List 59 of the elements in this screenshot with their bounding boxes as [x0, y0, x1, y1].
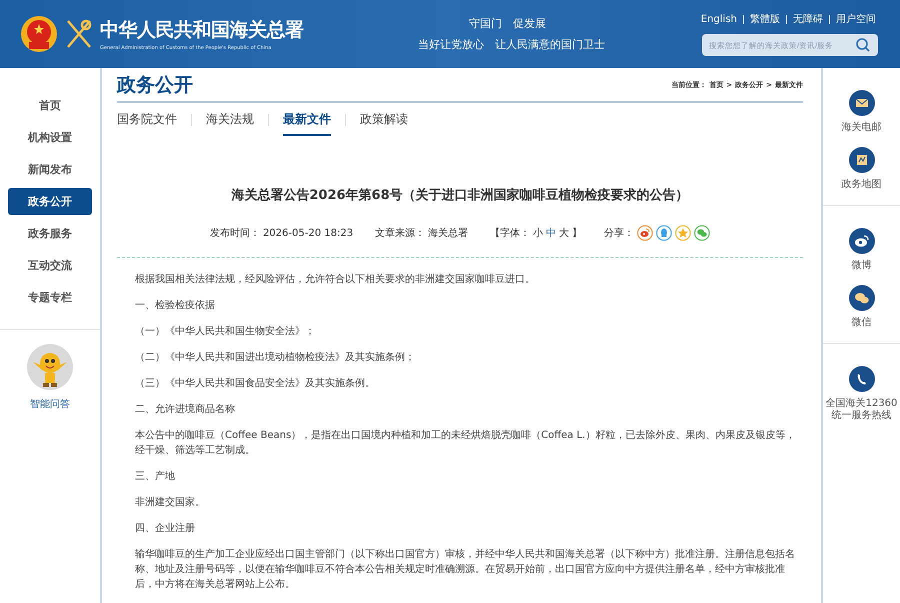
sidebar-link[interactable]: 海关电邮 [842, 122, 882, 134]
site-title: 中华人民共和国海关总署 [100, 18, 304, 43]
nav-item[interactable]: 互动交流 [8, 252, 92, 279]
sidebar-link[interactable]: 微博 [852, 260, 872, 272]
share-label: 分享： [604, 226, 634, 240]
font-size-option[interactable]: 小 [533, 226, 544, 240]
header-link[interactable]: English [700, 14, 737, 24]
section-title: 政务公开 [117, 72, 193, 98]
paragraph: 根据我国相关法律法规，经风险评估，允许符合以下相关要求的非洲建交国家咖啡豆进口。 [135, 272, 536, 287]
source-text: 海关总署 [428, 226, 468, 240]
national-emblem-icon [20, 15, 58, 53]
nav-item[interactable]: 专题专栏 [8, 284, 92, 311]
paragraph: （二）《中华人民共和国进出境动植物检疫法》及其实施条例； [135, 350, 416, 365]
chat-bubbles-icon[interactable] [848, 285, 874, 311]
phone-icon[interactable] [848, 366, 874, 392]
nav-item[interactable]: 首页 [8, 92, 92, 119]
paragraph: 二、允许进境商品名称 [135, 402, 236, 417]
publish-date: 2026-05-20 18:23 [262, 228, 354, 238]
nav-item[interactable]: 新闻发布 [8, 156, 92, 183]
source-label: 文章来源： [375, 226, 426, 240]
tab[interactable]: 政策解读 [360, 103, 408, 136]
paragraph: 四、企业注册 [135, 522, 196, 536]
paragraph: 输华咖啡豆的生产加工企业应经出口国主管部门（以下称出口国官方）审核，并经中华人民共和国海关总署（以下称中方）批准注册。注册信息包括名称、地址及注册号码等，以便在输华咖啡豆不符合本公告相关规定时准确溯源。在贸易开始前，出口国官方应向中方提供注册名单，经中方审核批准后，中方将在海关总署网站上公布。 [135, 548, 796, 592]
paragraph: （一）《中华人民共和国生物安全法》； [135, 324, 316, 339]
font-size-option[interactable]: 大 [559, 226, 570, 240]
nav-item[interactable]: 机构设置 [8, 124, 92, 151]
tab[interactable]: 海关法规 [206, 103, 254, 136]
tab[interactable]: 国务院文件 [117, 103, 177, 136]
article-title: 海关总署公告2026年第68号（关于进口非洲国家咖啡豆植物检疫要求的公告） [230, 186, 690, 204]
mascot-icon [27, 344, 73, 390]
paragraph: 一、检验检疫依据 [135, 298, 216, 313]
paragraph: （三）《中华人民共和国食品安全法》及其实施条例。 [135, 376, 376, 391]
wechat-share-button[interactable] [694, 225, 710, 241]
font-size-option[interactable]: 中 [546, 226, 556, 240]
nav-item[interactable]: 政务服务 [8, 220, 92, 247]
map-icon[interactable] [848, 147, 874, 173]
weibo-icon[interactable] [848, 228, 874, 254]
slogan-text: 守国门 促发展 [468, 16, 547, 31]
font-size-label: 【字体： [490, 226, 530, 240]
slogan-text: 当好让党放心 让人民满意的国门卫士 [418, 37, 605, 52]
sidebar-link[interactable]: 全国海关12360 统一服务热线 [826, 398, 898, 422]
search-icon[interactable] [856, 38, 870, 52]
paragraph: 三、产地 [135, 470, 176, 484]
sidebar-link[interactable]: 微信 [852, 317, 872, 329]
nav-item[interactable]: 政务公开 [8, 188, 92, 215]
assistant-link[interactable]: 智能问答 [30, 397, 70, 411]
paragraph: 非洲建交国家。 [135, 496, 206, 510]
qq-share-button[interactable] [656, 225, 672, 241]
bracket-text: 】 [572, 226, 582, 240]
header-link[interactable]: 无障碍 [793, 12, 823, 26]
sidebar-link[interactable]: 政务地图 [842, 179, 882, 191]
weibo-share-button[interactable] [637, 225, 654, 241]
header-link[interactable]: 用户空间 [836, 12, 876, 26]
mail-icon[interactable] [848, 90, 874, 116]
tab[interactable]: 最新文件 [283, 103, 331, 136]
star-share-button[interactable] [675, 225, 692, 241]
paragraph: 本公告中的咖啡豆（Coffee Beans），是指在出口国境内种植和加工的未经烘焙脱壳咖啡（Coffea L.）籽粒，已去除外皮、果肉、内果皮及银皮等，经干燥、筛选等工艺制成。 [135, 428, 796, 458]
header-link[interactable]: 繁體版 [750, 12, 780, 26]
date-label: 发布时间： [210, 226, 260, 240]
